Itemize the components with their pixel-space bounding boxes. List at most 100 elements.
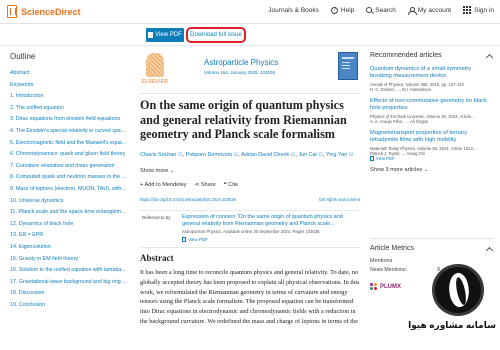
pdf-icon (148, 32, 154, 38)
outline-item[interactable]: 4. The Einstein's special relativity in … (10, 126, 128, 138)
recommended-heading: Recommended articles (370, 52, 442, 59)
search-label: Search (375, 6, 396, 14)
cite-button[interactable]: ❝ Cite (224, 182, 239, 188)
pdf-icon (182, 237, 186, 242)
watermark-text: سامانه مشاوره هیوا (408, 320, 496, 330)
institution-grid-icon (463, 6, 472, 14)
add-to-mendeley-button[interactable]: + Add to Mendeley (140, 182, 187, 188)
outline-item[interactable]: 1. Introduction (10, 91, 128, 103)
search-link[interactable]: Search (366, 7, 396, 14)
recommended-article-authors: H. C. Donker, ..., M.I. Katsnelson (370, 87, 431, 92)
show-more-label: Show more (140, 168, 169, 174)
outline-item[interactable]: 16. Solution to the unified equation wit… (10, 265, 128, 277)
top-nav: Journals & Books ? Help Search My accoun… (268, 6, 494, 15)
journal-cover-image[interactable] (338, 52, 358, 80)
plumx-label: PLUMX (380, 283, 401, 290)
outline-item[interactable]: Abstract (10, 68, 128, 80)
outline-item[interactable]: 3. Dirac equations from einstein field e… (10, 114, 128, 126)
view-pdf-button[interactable]: View PDF (146, 28, 184, 42)
sign-in-label: Sign in (474, 6, 494, 14)
outline-item[interactable]: 12. Dynamics of black hole (10, 219, 128, 231)
referred-source: Astroparticle Physics, Available online … (182, 229, 320, 234)
recommended-article: Magnetotransport properties of ternary t… (370, 130, 494, 161)
elsevier-logo[interactable]: ELSEVIER (140, 52, 170, 88)
abstract-heading: Abstract (140, 253, 174, 263)
sciencedirect-logo-icon (7, 5, 17, 18)
outline-item[interactable]: 19. Conclusion (10, 300, 128, 312)
author-profile-icon: ⚇ (347, 152, 354, 158)
author-link[interactable]: Adrian David Cheok (241, 152, 289, 158)
article-actions: + Add to Mendeley ⋖ Share ❝ Cite (140, 182, 238, 188)
recommended-article-title[interactable]: Quantum dynamics of a small symmetry bre… (370, 66, 494, 80)
news-mentions-row: News Mentions: 8 (370, 267, 440, 273)
show-more-articles-label: Show 3 more articles (370, 167, 423, 173)
recommended-list: Quantum dynamics of a small symmetry bre… (370, 66, 494, 161)
outline-item[interactable]: Keywords (10, 80, 128, 92)
outline-item[interactable]: 8. Computed quark and neutrino masses in… (10, 172, 128, 184)
article-action-bar: View PDF Download full issue (0, 24, 500, 46)
metrics-header[interactable]: Article Metrics (370, 245, 494, 255)
share-button[interactable]: ⋖ Share (195, 182, 216, 188)
author-list: Chavis Srichan ⚇, Pobporn Domrivuta ⚇, A… (140, 152, 360, 158)
watermark-logo (432, 264, 484, 316)
author-link[interactable]: Jun Cai (298, 152, 316, 158)
outline-item[interactable]: 11. Planck scale and the space-time enta… (10, 207, 128, 219)
referred-view-pdf-label: View PDF (188, 237, 208, 242)
expression-of-concern-link[interactable]: Expression of concern "On the same origi… (182, 214, 358, 228)
chevron-up-icon (485, 53, 494, 62)
sign-in-link[interactable]: Sign in (463, 6, 494, 14)
sciencedirect-logo[interactable]: ScienceDirect (7, 5, 81, 18)
abstract-text: It has been a long time to reconcile qua… (140, 269, 360, 325)
view-pdf-label: View PDF (155, 32, 182, 38)
get-rights-link[interactable]: Get rights and content (319, 197, 360, 202)
show-more-articles-button[interactable]: Show 3 more articles ⌄ (370, 167, 494, 173)
outline-item[interactable]: 9. Mass of leptons (electron, MUON, TAU)… (10, 184, 128, 196)
recommended-header[interactable]: Recommended articles (370, 52, 494, 62)
metrics-heading: Article Metrics (370, 245, 414, 252)
recommended-view-pdf-link[interactable]: View PDF (370, 156, 494, 161)
journal-volume-link[interactable]: Volume 164, January 2025, 103036 (204, 70, 275, 75)
recommended-panel: Recommended articles Quantum dynamics of… (370, 52, 494, 181)
outline-item[interactable]: 5. Electromagnetic field and the Maxwell… (10, 138, 128, 150)
author-link[interactable]: Ying Yan (326, 152, 347, 158)
journals-books-link[interactable]: Journals & Books (268, 7, 319, 14)
outline-item[interactable]: 10. Universe dynamics (10, 196, 128, 208)
journal-header: ELSEVIER Astroparticle Physics Volume 16… (140, 52, 360, 94)
outline-list: Abstract Keywords 1. Introduction 2. The un… (10, 68, 128, 311)
referred-to-by-label: Referred to by (142, 215, 171, 220)
outline-item[interactable]: 17. Gravitational wave background and bi… (10, 277, 128, 289)
publisher-name: ELSEVIER (141, 79, 169, 85)
outline-item[interactable]: 6. Chromodynamics: quark and gluon field… (10, 149, 128, 161)
author-link[interactable]: Chavis Srichan (140, 152, 176, 158)
referred-to-by-box: Referred to by Expression of concern "On… (140, 210, 360, 248)
recommended-article-authors: A. A. Araújo Filho, ..., Ali Övgün (370, 119, 429, 124)
referred-view-pdf-link[interactable]: View PDF (182, 237, 208, 242)
plumx-icon (370, 283, 377, 290)
article-header: ELSEVIER Astroparticle Physics Volume 16… (140, 52, 360, 94)
outline-item[interactable]: 18. Discussion (10, 288, 128, 300)
recommended-view-pdf-label: View PDF (376, 156, 395, 161)
doi-row: https://doi.org/10.1016/j.astropartphys.… (140, 197, 360, 202)
outline-panel: Outline Abstract Keywords 1. Introduction 2… (10, 52, 128, 311)
help-link[interactable]: ? Help (330, 6, 354, 14)
user-icon (407, 6, 417, 15)
help-icon: ? (330, 6, 338, 14)
outline-heading: Outline (10, 52, 36, 61)
journal-title-link[interactable]: Astroparticle Physics (204, 58, 278, 67)
outline-item[interactable]: 2. The unified equation (10, 103, 128, 115)
recommended-article-title[interactable]: Magnetotransport properties of ternary t… (370, 130, 494, 144)
download-full-issue-button[interactable]: Download full issue (186, 27, 246, 43)
article-title: On the same origin of quantum physics an… (140, 98, 347, 141)
search-icon (366, 7, 373, 13)
outline-item[interactable]: 13. ER = EPR (10, 230, 128, 242)
outline-item[interactable]: 7. Curvature relaxation and mass generat… (10, 161, 128, 173)
mentions-label: Mentions (370, 258, 393, 264)
my-account-link[interactable]: My account (407, 6, 451, 15)
author-link[interactable]: Pobporn Domrivuta (186, 152, 232, 158)
show-more-authors-button[interactable]: Show more ⌄ (140, 168, 175, 174)
outline-item[interactable]: 14. Eigensolution (10, 242, 128, 254)
recommended-article-title[interactable]: Effects of non-commutative geometry on b… (370, 98, 494, 112)
doi-link[interactable]: https://doi.org/10.1016/j.astropartphys.… (140, 197, 236, 202)
top-bar: ScienceDirect Journals & Books ? Help Se… (0, 0, 500, 24)
outline-item[interactable]: 15. Gravity in EM field theory (10, 254, 128, 266)
